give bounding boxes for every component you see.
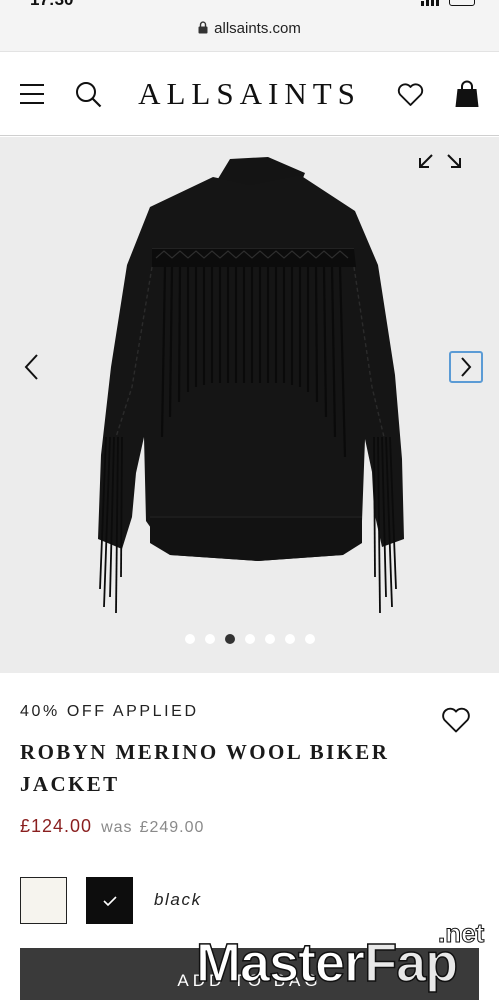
browser-bar: 17:30 allsaints.com (0, 0, 499, 52)
selected-colour-label: black (154, 890, 202, 909)
gallery-dot[interactable] (204, 634, 215, 644)
chevron-right-icon (461, 357, 472, 377)
wishlist-icon[interactable] (397, 83, 424, 107)
product-image (98, 157, 404, 614)
was-price: £249.00 (139, 819, 205, 836)
previous-image-icon[interactable] (18, 351, 44, 383)
gallery-dot[interactable] (304, 634, 315, 644)
gallery-dot[interactable] (184, 634, 195, 644)
colour-swatch-white[interactable] (20, 877, 67, 924)
search-icon[interactable] (75, 81, 102, 108)
price-row: £124.00 was £249.00 (20, 816, 204, 837)
product-gallery[interactable] (0, 137, 499, 673)
status-icons (421, 0, 475, 6)
promo-label: 40% OFF APPLIED (20, 703, 199, 720)
signal-icon (421, 0, 439, 6)
expand-icon[interactable] (416, 145, 466, 171)
was-price-label: was (101, 819, 133, 836)
checkmark-icon (102, 895, 117, 906)
add-to-wishlist-icon[interactable] (441, 707, 471, 734)
brand-logo[interactable]: ALLSAINTS (138, 76, 361, 111)
gallery-dot-active[interactable] (224, 634, 235, 644)
add-to-bag-button[interactable]: ADD TO BAG (20, 948, 479, 1000)
shopping-bag-icon[interactable] (455, 80, 479, 108)
status-time: 17:30 (30, 0, 73, 10)
product-title-line-2: JACKET (20, 772, 120, 796)
watermark-suffix: .net (437, 918, 485, 949)
product-title: ROBYN MERINO WOOL BIKER JACKET (20, 736, 420, 800)
lock-icon (198, 21, 208, 34)
url-text: allsaints.com (214, 20, 301, 37)
gallery-dots (0, 634, 499, 644)
site-header: ALLSAINTS (0, 52, 499, 136)
address-bar[interactable]: allsaints.com (0, 20, 499, 37)
battery-icon (449, 0, 475, 6)
gallery-dot[interactable] (264, 634, 275, 644)
sale-price: £124.00 (20, 816, 93, 836)
product-title-line-1: ROBYN MERINO WOOL BIKER (20, 740, 390, 764)
colour-swatch-black[interactable] (86, 877, 133, 924)
next-image-button[interactable] (449, 351, 483, 383)
gallery-dot[interactable] (244, 634, 255, 644)
gallery-dot[interactable] (284, 634, 295, 644)
menu-icon[interactable] (19, 83, 45, 105)
